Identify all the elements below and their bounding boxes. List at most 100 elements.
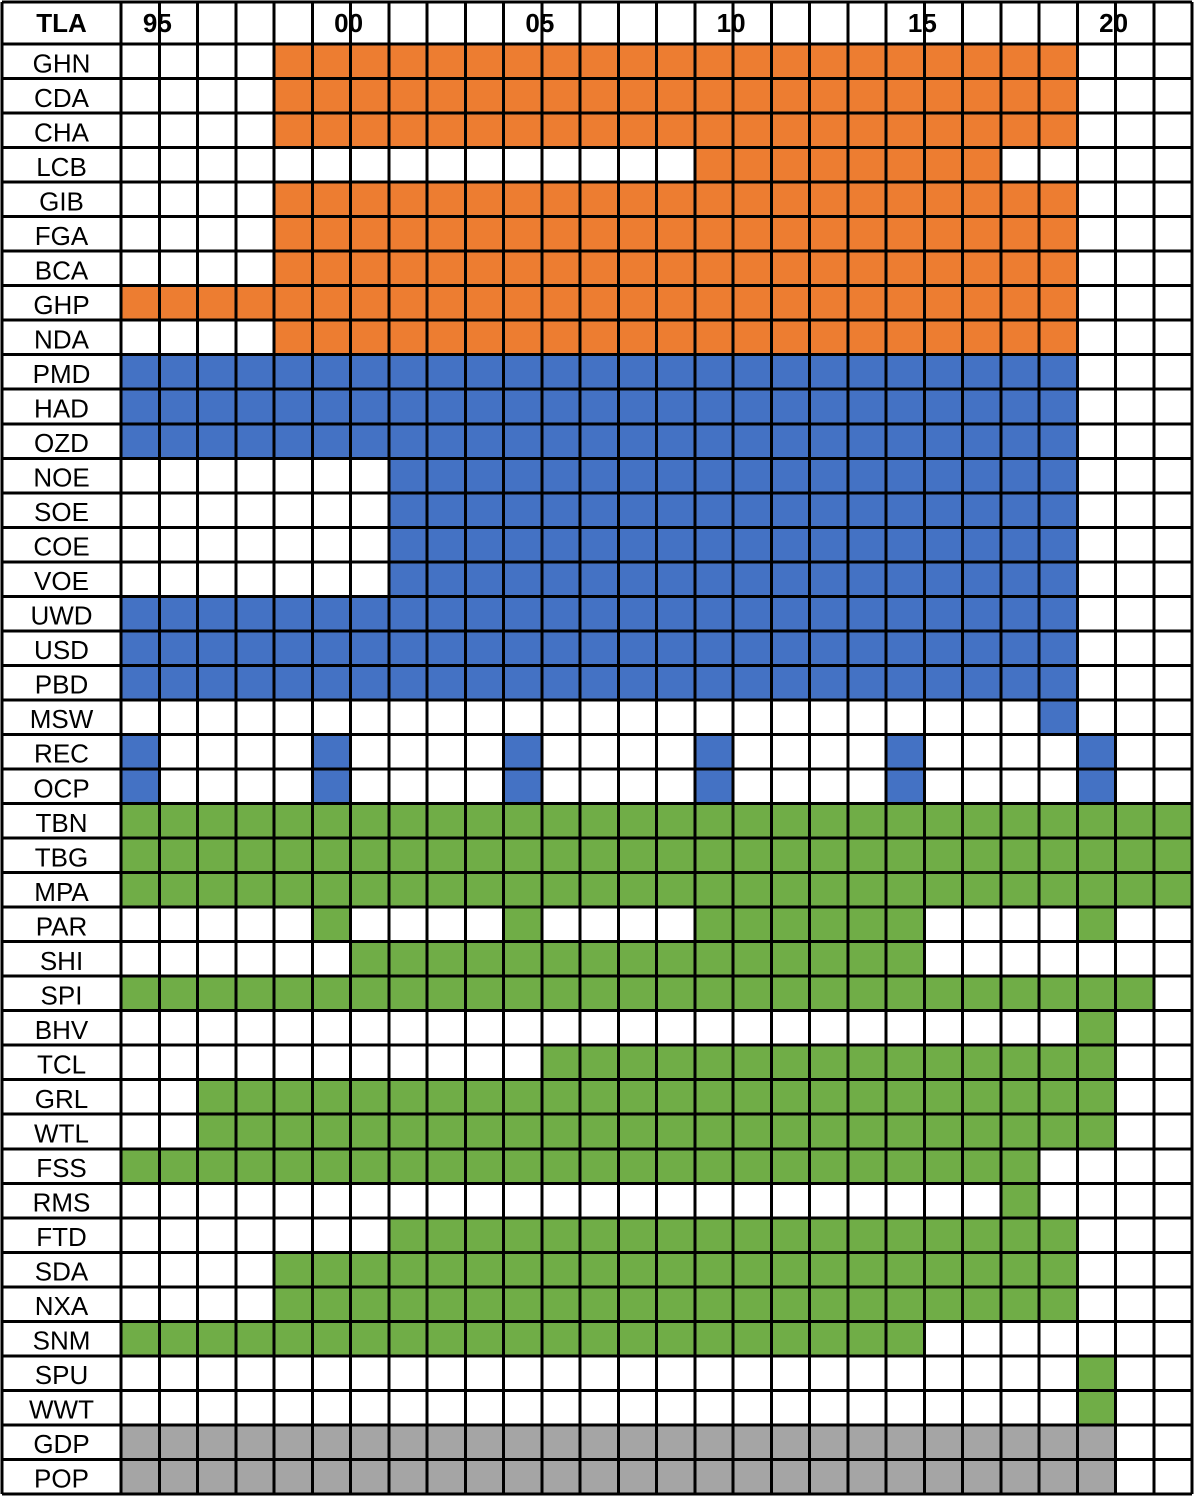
cell-gdp-2004: [465, 1424, 504, 1460]
cell-ghn-2011: [733, 44, 772, 79]
cell-ftd-2019: [1039, 1217, 1078, 1253]
cell-mpa-2013: [809, 872, 848, 908]
cell-ozd-2013: [809, 423, 848, 459]
cell-snm-2011: [733, 1321, 772, 1356]
cell-cha-2003: [427, 113, 466, 148]
cell-tcl-2007: [580, 1045, 619, 1080]
cell-pop-2004: [465, 1459, 504, 1494]
cell-ozd-1996: [159, 423, 198, 459]
cell-ftd-2011: [733, 1217, 772, 1253]
cell-cha-2004: [465, 113, 504, 148]
cell-voe-2018: [1000, 561, 1039, 597]
cell-tcl-2019: [1039, 1045, 1078, 1080]
cell-pmd-2005: [503, 354, 542, 390]
cell-gdp-2008: [618, 1424, 657, 1460]
cell-gdp-2014: [847, 1424, 886, 1460]
cell-tbn-2010: [694, 803, 733, 839]
cell-ftd-2004: [465, 1217, 504, 1253]
cell-tbg-2001: [350, 838, 389, 873]
cell-cda-2010: [694, 78, 733, 114]
cell-soe-2015: [886, 492, 925, 528]
cell-bca-2002: [388, 251, 427, 286]
cell-ghp-2009: [656, 285, 695, 321]
cell-nda-2011: [733, 320, 772, 355]
row-label-wtl: WTL: [34, 1119, 89, 1149]
row-label-fss: FSS: [36, 1153, 87, 1183]
cell-pop-2011: [733, 1459, 772, 1494]
cell-usd-2001: [350, 630, 389, 666]
cell-cha-2010: [694, 113, 733, 148]
cell-snm-1996: [159, 1321, 198, 1356]
cell-ftd-2007: [580, 1217, 619, 1253]
cell-noe-2006: [541, 458, 580, 493]
cell-gdp-2006: [541, 1424, 580, 1460]
cell-sda-2016: [924, 1252, 963, 1287]
cell-shi-2008: [618, 941, 657, 977]
cell-coe-2006: [541, 527, 580, 562]
cell-pop-2002: [388, 1459, 427, 1494]
cell-shi-2004: [465, 941, 504, 977]
cell-spi-2007: [580, 976, 619, 1011]
cell-cda-2011: [733, 78, 772, 114]
cell-tbn-2014: [847, 803, 886, 839]
cell-mpa-1998: [235, 872, 274, 908]
cell-usd-2004: [465, 630, 504, 666]
cell-wtl-2015: [886, 1114, 925, 1149]
row-label-voe: VOE: [34, 566, 89, 596]
cell-tcl-2006: [541, 1045, 580, 1080]
cell-soe-2010: [694, 492, 733, 528]
cell-voe-2003: [427, 561, 466, 597]
cell-fga-2018: [1000, 216, 1039, 252]
cell-cha-2015: [886, 113, 925, 148]
cell-bca-2003: [427, 251, 466, 286]
column-label-20: 20: [1099, 8, 1128, 38]
cell-pbd-1995: [121, 665, 160, 700]
cell-coe-2018: [1000, 527, 1039, 562]
cell-ghp-2012: [771, 285, 810, 321]
cell-usd-1999: [274, 630, 313, 666]
cell-bca-2006: [541, 251, 580, 286]
row-label-ftd: FTD: [36, 1222, 87, 1252]
cell-ozd-2004: [465, 423, 504, 459]
cell-cha-2011: [733, 113, 772, 148]
cell-tcl-2016: [924, 1045, 963, 1080]
cell-tbn-1998: [235, 803, 274, 839]
cell-grl-2020: [1077, 1079, 1116, 1115]
row-label-ozd: OZD: [34, 428, 89, 458]
cell-bca-2000: [312, 251, 351, 286]
cell-spi-2002: [388, 976, 427, 1011]
cell-tcl-2015: [886, 1045, 925, 1080]
cell-had-2000: [312, 389, 351, 424]
cell-pbd-2009: [656, 665, 695, 700]
row-label-gib: GIB: [39, 186, 84, 216]
cell-fga-2008: [618, 216, 657, 252]
cell-cda-2019: [1039, 78, 1078, 114]
column-label-05: 05: [525, 8, 554, 38]
cell-ghp-2017: [962, 285, 1001, 321]
cell-noe-2011: [733, 458, 772, 493]
cell-pmd-2013: [809, 354, 848, 390]
cell-lcb-2012: [771, 147, 810, 183]
cell-gdp-2019: [1039, 1424, 1078, 1460]
cell-gdp-2018: [1000, 1424, 1039, 1460]
cell-tbg-2006: [541, 838, 580, 873]
cell-pbd-2017: [962, 665, 1001, 700]
cell-ghn-2003: [427, 44, 466, 79]
cell-nxa-2006: [541, 1286, 580, 1322]
cell-had-2008: [618, 389, 657, 424]
cell-pbd-1996: [159, 665, 198, 700]
cell-wtl-2011: [733, 1114, 772, 1149]
cell-sda-2001: [350, 1252, 389, 1287]
cell-uwd-2011: [733, 596, 772, 631]
cell-sda-2004: [465, 1252, 504, 1287]
cell-shi-2002: [388, 941, 427, 977]
cell-bca-2018: [1000, 251, 1039, 286]
cell-tbn-2003: [427, 803, 466, 839]
cell-grl-2017: [962, 1079, 1001, 1115]
cell-pbd-2002: [388, 665, 427, 700]
cell-ozd-1997: [197, 423, 236, 459]
cell-nda-2019: [1039, 320, 1078, 355]
cell-pop-2013: [809, 1459, 848, 1494]
cell-voe-2012: [771, 561, 810, 597]
cell-grl-2012: [771, 1079, 810, 1115]
